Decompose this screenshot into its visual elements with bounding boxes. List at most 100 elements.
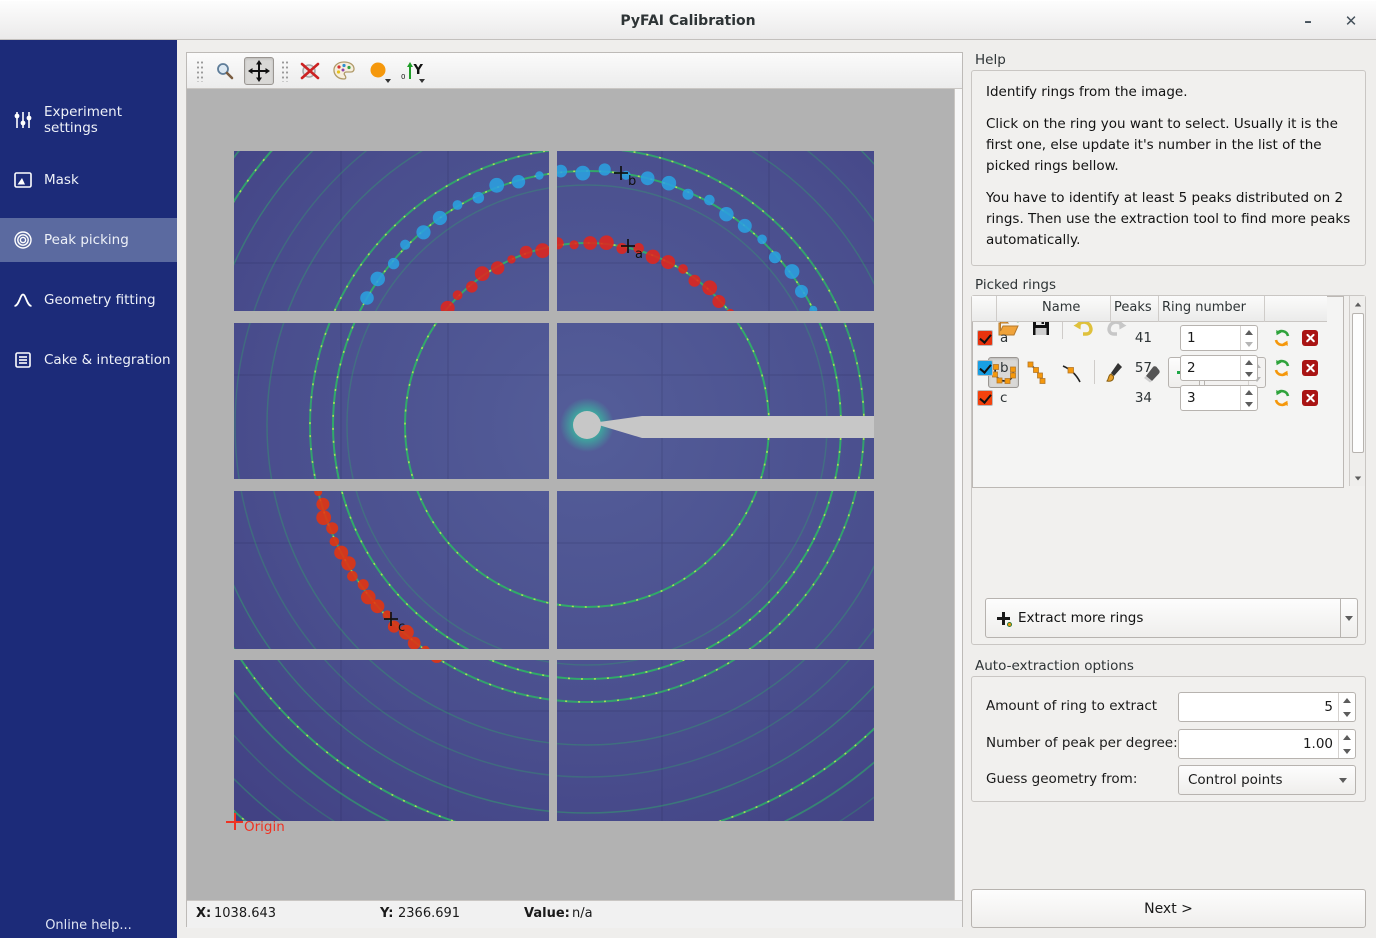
picked-peak-dot-a [616, 243, 627, 254]
ring-number-input[interactable] [1181, 356, 1240, 380]
picked-peak-dot-c [330, 537, 340, 547]
spin-up-icon[interactable] [1241, 326, 1257, 338]
zoom-tool-button[interactable] [210, 57, 240, 85]
peaks-per-degree-input[interactable] [1179, 730, 1338, 758]
ring-name[interactable]: c [1000, 390, 1007, 406]
dropdown-arrow-icon [419, 79, 425, 83]
ring-number-spinbox[interactable] [1180, 355, 1258, 381]
spin-down-icon[interactable] [1339, 707, 1355, 721]
rings-to-extract-input[interactable] [1179, 693, 1338, 721]
table-row[interactable]: b 57 [972, 353, 1327, 383]
rings-to-extract-label: Amount of ring to extract [986, 698, 1157, 714]
scroll-down-icon[interactable] [1351, 470, 1365, 486]
sidebar-item-peak-picking[interactable]: Peak picking [0, 218, 177, 262]
peak-shape-tool-button[interactable] [363, 57, 393, 85]
status-x-label: X: [196, 906, 211, 921]
spin-down-icon[interactable] [1241, 398, 1257, 410]
colormap-tool-button[interactable] [329, 57, 359, 85]
spin-down-icon[interactable] [1339, 744, 1355, 758]
picked-peak-dot-a [475, 266, 490, 281]
status-value-value: n/a [572, 906, 593, 921]
delete-ring-button[interactable] [1300, 388, 1320, 408]
diffraction-image[interactable]: b a c [234, 151, 874, 821]
delete-icon [1302, 360, 1318, 376]
toolbar-drag-handle[interactable] [196, 60, 203, 82]
delete-ring-button[interactable] [1300, 328, 1320, 348]
extract-button-label: Extract more rings [1018, 610, 1143, 626]
scrollbar-thumb[interactable] [1352, 313, 1364, 453]
picked-rings-box: Name Peaks Ring number a 41 [971, 295, 1366, 645]
sidebar-item-geometry-fitting[interactable]: Geometry fitting [0, 278, 177, 322]
sidebar-item-experiment-settings[interactable]: Experiment settings [0, 98, 177, 142]
picked-peak-dot-b [400, 240, 410, 250]
header-ring-number: Ring number [1162, 300, 1246, 315]
minimize-button[interactable]: – [1295, 10, 1321, 34]
toolbar-drag-handle[interactable] [281, 60, 288, 82]
sidebar-item-cake-integration[interactable]: Cake & integration [0, 338, 177, 382]
ring-visible-checkbox[interactable] [977, 360, 993, 376]
picked-peak-dot-a [570, 240, 579, 249]
close-button[interactable]: ✕ [1338, 10, 1364, 34]
table-row[interactable]: a 41 [972, 323, 1327, 353]
spin-down-icon[interactable] [1241, 338, 1257, 350]
ring-visible-checkbox[interactable] [977, 330, 993, 346]
delete-ring-button[interactable] [1300, 358, 1320, 378]
picked-peak-dot-a [661, 255, 675, 269]
y-axis-orientation-button[interactable]: 0 Y [397, 57, 427, 85]
extract-more-rings-button[interactable]: Extract more rings [985, 598, 1341, 638]
peaks-per-degree-spinbox[interactable] [1178, 729, 1356, 759]
ring-name[interactable]: a [1000, 330, 1008, 346]
spin-up-icon[interactable] [1241, 356, 1257, 368]
spin-up-icon[interactable] [1241, 386, 1257, 398]
spin-down-icon[interactable] [1241, 368, 1257, 380]
table-row[interactable]: c 34 [972, 383, 1327, 413]
refresh-ring-button[interactable] [1272, 358, 1292, 378]
dropdown-arrow-icon [385, 79, 391, 83]
picked-peak-dot-a [520, 246, 533, 259]
window-title: PyFAI Calibration [0, 1, 1376, 41]
ring-visible-checkbox[interactable] [977, 390, 993, 406]
picked-peak-dot-a [712, 295, 725, 308]
refresh-ring-button[interactable] [1272, 328, 1292, 348]
picked-peak-dot-c [316, 498, 329, 511]
picked-peak-dot-c [326, 522, 338, 534]
ring-number-input[interactable] [1181, 386, 1240, 410]
table-scrollbar[interactable] [1349, 296, 1365, 486]
sidebar-item-mask[interactable]: Mask [0, 158, 177, 202]
ring-name[interactable]: b [1000, 360, 1009, 376]
picked-peak-dot-a [702, 280, 717, 295]
ring-number-input[interactable] [1181, 326, 1240, 350]
picked-peak-dot-b [575, 166, 590, 181]
plot-status-bar: X: 1038.643 Y: 2366.691 Value: n/a [187, 900, 962, 928]
pan-tool-button[interactable] [244, 57, 274, 85]
combo-arrow-icon [1339, 778, 1347, 783]
rings-to-extract-spinbox[interactable] [1178, 692, 1356, 722]
peak-shape-circle-icon [368, 61, 388, 81]
picked-peak-dot-b [641, 171, 655, 185]
titlebar: PyFAI Calibration – ✕ [0, 0, 1376, 40]
online-help-link[interactable]: Online help... [0, 918, 177, 933]
origin-label: Origin [244, 819, 285, 835]
picked-peak-dot-b [704, 195, 715, 206]
plot-canvas[interactable]: b a c Origin [187, 89, 954, 900]
crosshair-tool-button[interactable] [295, 57, 325, 85]
refresh-icon [1273, 359, 1291, 377]
status-y-value: 2366.691 [398, 906, 460, 921]
plot-widget: 0 Y [186, 52, 963, 927]
picked-peak-dot-b [433, 211, 447, 225]
scroll-up-icon[interactable] [1351, 296, 1365, 312]
extract-options-dropdown[interactable] [1341, 598, 1358, 638]
picked-peak-dot-a [535, 243, 550, 258]
guess-geometry-combobox[interactable]: Control points [1178, 765, 1356, 795]
peaks-per-degree-label: Number of peak per degree: [986, 735, 1178, 751]
refresh-ring-button[interactable] [1272, 388, 1292, 408]
ring-number-spinbox[interactable] [1180, 325, 1258, 351]
spin-up-icon[interactable] [1339, 693, 1355, 707]
ring-number-spinbox[interactable] [1180, 385, 1258, 411]
palette-icon [332, 60, 356, 82]
picked-peak-dot-a [507, 255, 515, 263]
next-button[interactable]: Next > [971, 889, 1366, 928]
spin-up-icon[interactable] [1339, 730, 1355, 744]
picked-peak-dot-b [738, 219, 752, 233]
picked-peak-dot-c [358, 579, 369, 590]
